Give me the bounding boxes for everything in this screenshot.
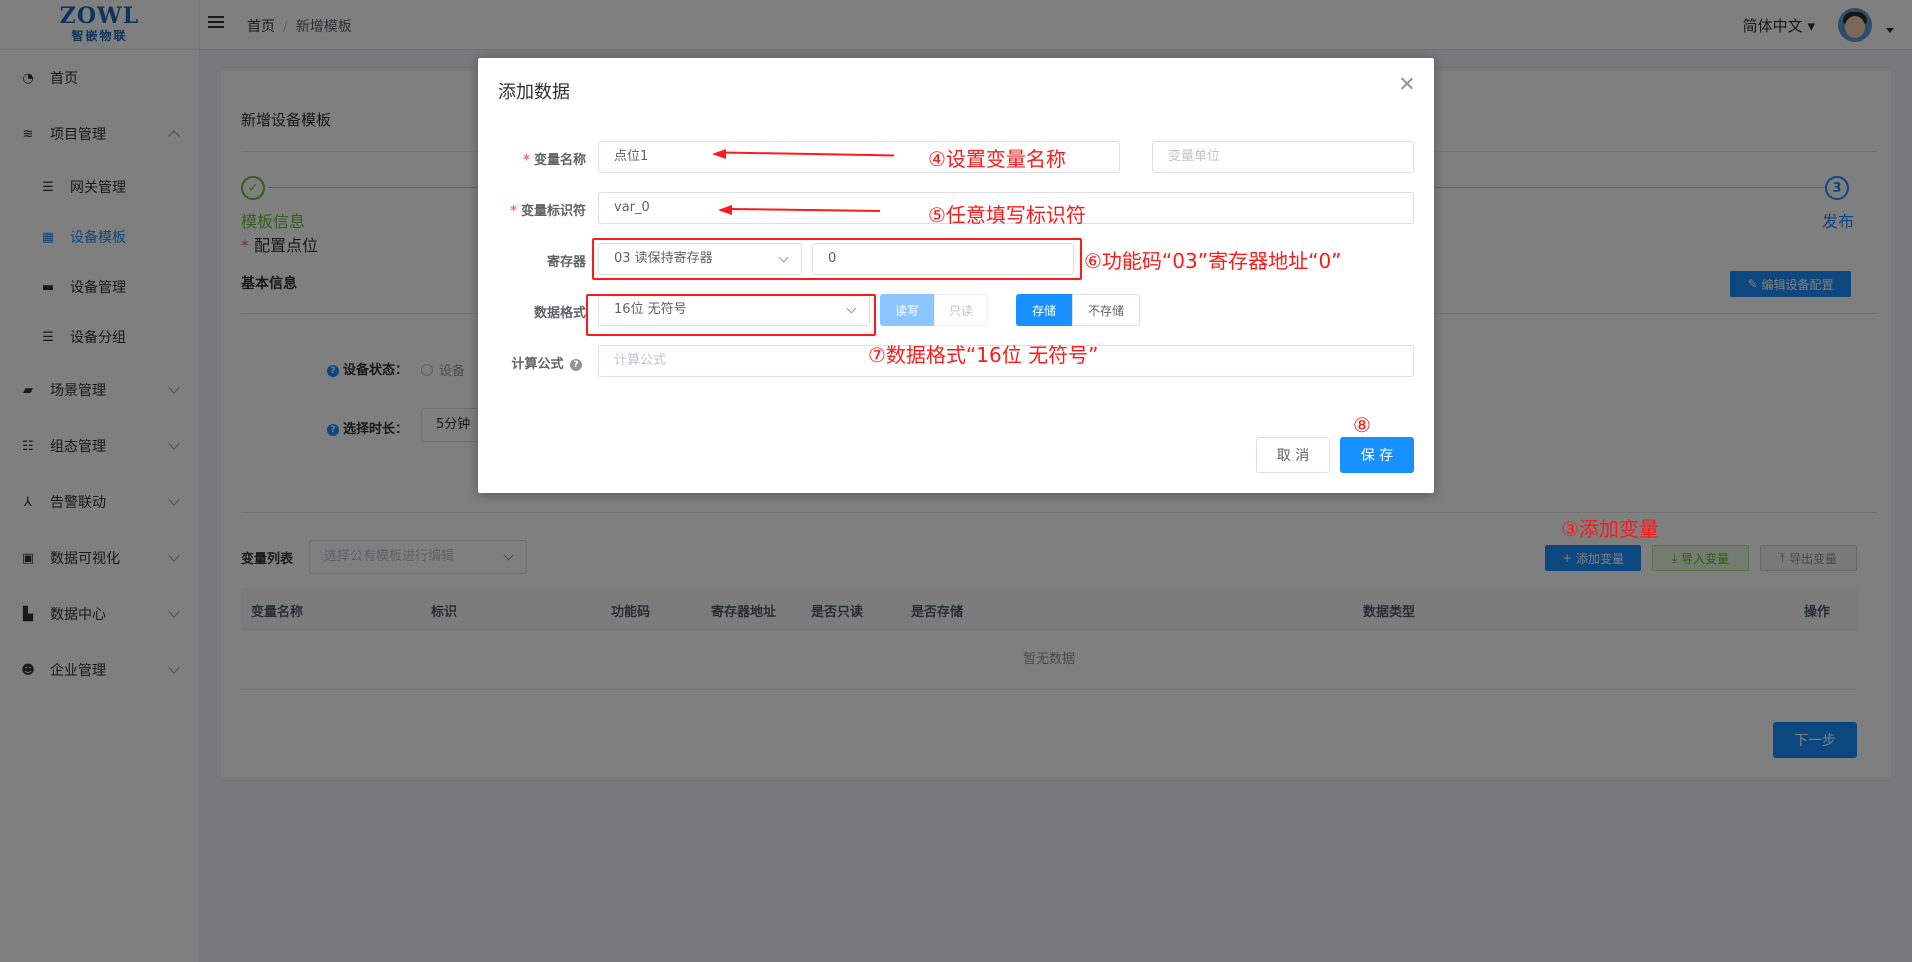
annotation-format: ⑦数据格式“16位 无符号”: [868, 343, 1099, 367]
label-text: 变量名称: [533, 153, 586, 168]
annotation-box-format: [586, 294, 876, 336]
annotation-var-id: ⑤任意填写标识符: [928, 203, 1086, 227]
format-label: 数据格式: [533, 306, 586, 321]
formula-label: 计算公式 ?: [498, 353, 586, 372]
read-write-option[interactable]: 读写: [880, 294, 934, 326]
label-text: 计算公式: [511, 357, 564, 372]
dialog-title: 添加数据: [498, 82, 570, 103]
annotation-box-register: [592, 238, 1082, 280]
annotation-arrow-head: [712, 149, 726, 159]
var-name-label: * 变量名称: [523, 153, 586, 168]
question-icon: ?: [570, 359, 582, 371]
add-data-dialog: 添加数据 * 变量名称 点位1 变量单位 * 变量标识符 var_0 寄存器 03 …: [478, 58, 1434, 493]
no-store-option[interactable]: 不存储: [1072, 294, 1140, 326]
register-label: 寄存器: [546, 255, 586, 270]
cancel-button[interactable]: 取 消: [1256, 437, 1330, 473]
annotation-register: ⑥功能码“03”寄存器地址“0”: [1084, 249, 1342, 273]
var-unit-input[interactable]: 变量单位: [1152, 141, 1414, 173]
annotation-var-name: ④设置变量名称: [928, 147, 1066, 171]
annotation-save: ⑧: [1353, 413, 1371, 437]
annotation-add-variable: ③添加变量: [1561, 517, 1659, 541]
store-option[interactable]: 存储: [1016, 294, 1072, 326]
label-text: 变量标识符: [520, 204, 586, 219]
annotation-arrow-head: [718, 205, 732, 215]
var-id-label: * 变量标识符: [510, 204, 586, 219]
read-only-option[interactable]: 只读: [934, 294, 988, 326]
close-icon[interactable]: [1400, 76, 1414, 90]
save-button[interactable]: 保 存: [1340, 437, 1414, 473]
